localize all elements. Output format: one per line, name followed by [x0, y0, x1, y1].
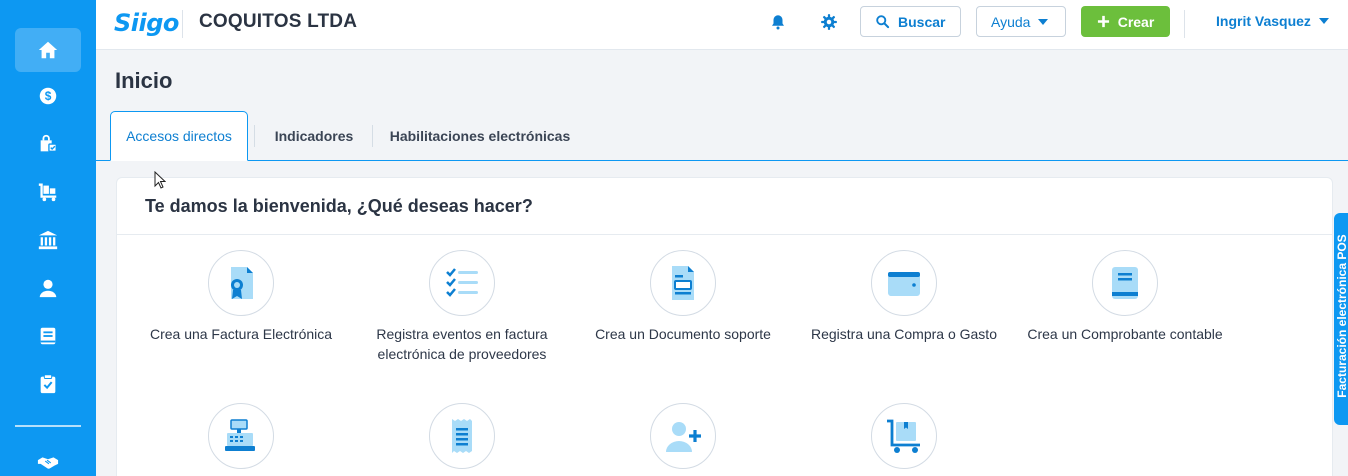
- book-icon: [40, 327, 56, 345]
- action-register-purchase[interactable]: Registra una Compra o Gasto: [794, 250, 1014, 344]
- logo-divider: [182, 10, 183, 38]
- tab-indicadores[interactable]: Indicadores: [260, 111, 368, 161]
- bank-icon: [38, 230, 58, 250]
- action-icon-circle: [650, 250, 716, 316]
- action-create-invoice[interactable]: Crea una Factura Electrónica: [131, 250, 351, 344]
- create-button[interactable]: Crear: [1081, 6, 1170, 37]
- topbar-divider: [1184, 10, 1185, 38]
- action-label: Crea un Documento soporte: [595, 326, 771, 342]
- sidebar-item-home[interactable]: [15, 28, 81, 72]
- sidebar-item-inventory[interactable]: [15, 170, 81, 214]
- sidebar: $: [0, 0, 96, 476]
- action-label: Registra una Compra o Gasto: [811, 326, 997, 342]
- warehouse-cart-icon: [38, 183, 57, 202]
- action-pos[interactable]: [131, 403, 351, 476]
- tab-habilitaciones[interactable]: Habilitaciones electrónicas: [380, 111, 580, 161]
- plus-icon: [1097, 15, 1109, 28]
- sidebar-item-purchases[interactable]: [15, 122, 81, 166]
- action-add-contact[interactable]: [573, 403, 793, 476]
- tab-accesos-directos[interactable]: Accesos directos: [110, 111, 248, 161]
- help-label: Ayuda: [991, 13, 1031, 30]
- receipt-icon: [452, 419, 472, 453]
- cart-box-icon: [887, 419, 920, 453]
- sidebar-divider: [15, 425, 81, 427]
- pos-invoicing-side-tab[interactable]: Facturación electrónica POS: [1334, 213, 1348, 425]
- tab-divider: [254, 125, 255, 147]
- main-content: Inicio Accesos directos Indicadores Habi…: [96, 50, 1348, 476]
- action-icon-circle: [208, 250, 274, 316]
- action-label: Crea una Factura Electrónica: [149, 326, 333, 342]
- document-support-icon: [672, 266, 694, 300]
- action-label: Registra eventos en factura electrónica …: [376, 326, 548, 362]
- card-divider: [117, 234, 1332, 235]
- user-icon: [39, 279, 57, 298]
- chevron-down-icon: [1038, 18, 1049, 25]
- settings-button[interactable]: [818, 11, 840, 33]
- action-supplier-events[interactable]: Registra eventos en factura electrónica …: [352, 250, 572, 364]
- action-inventory[interactable]: [794, 403, 1014, 476]
- sidebar-item-partners[interactable]: [15, 440, 81, 476]
- search-button[interactable]: Buscar: [860, 6, 961, 37]
- welcome-title: Te damos la bienvenida, ¿Qué deseas hace…: [145, 196, 533, 216]
- sidebar-item-sales[interactable]: $: [15, 74, 81, 118]
- gear-icon: [821, 14, 837, 30]
- action-accounting-voucher[interactable]: Crea un Comprobante contable: [1015, 250, 1235, 344]
- top-bar: Siigo COQUITOS LTDA Buscar Ayuda Crear I…: [96, 0, 1348, 50]
- checklist-icon: [446, 268, 478, 297]
- action-icon-circle: [650, 403, 716, 469]
- handshake-icon: [37, 457, 59, 469]
- action-support-document[interactable]: Crea un Documento soporte: [573, 250, 793, 344]
- home-icon: [38, 41, 58, 59]
- user-menu[interactable]: Ingrit Vasquez: [1216, 13, 1329, 29]
- action-receipt[interactable]: [352, 403, 572, 476]
- action-icon-circle: [429, 403, 495, 469]
- action-icon-circle: [1092, 250, 1158, 316]
- siigo-logo[interactable]: Siigo: [114, 6, 179, 40]
- sidebar-item-accounting[interactable]: [15, 314, 81, 358]
- action-icon-circle: [871, 250, 937, 316]
- page-title: Inicio: [115, 68, 173, 93]
- cash-register-icon: [225, 419, 255, 451]
- create-button-label: Crear: [1117, 13, 1155, 30]
- shopping-bag-icon: [40, 134, 57, 153]
- svg-text:$: $: [45, 89, 52, 103]
- search-icon: [876, 15, 890, 29]
- company-name: COQUITOS LTDA: [199, 11, 358, 32]
- sidebar-item-contacts[interactable]: [15, 266, 81, 310]
- action-icon-circle: [871, 403, 937, 469]
- chevron-down-icon: [1318, 18, 1329, 24]
- side-tab-label: Facturación electrónica POS: [1335, 234, 1348, 398]
- sidebar-item-banks[interactable]: [15, 218, 81, 262]
- notifications-button[interactable]: [767, 11, 789, 33]
- dollar-icon: $: [39, 87, 57, 105]
- action-icon-circle: [429, 250, 495, 316]
- help-dropdown[interactable]: Ayuda: [976, 6, 1066, 37]
- action-icon-circle: [208, 403, 274, 469]
- wallet-icon: [888, 272, 920, 296]
- welcome-card: Te damos la bienvenida, ¿Qué deseas hace…: [116, 177, 1333, 476]
- logo-text: Siigo: [114, 9, 179, 37]
- search-button-label: Buscar: [898, 13, 946, 30]
- ledger-book-icon: [1112, 267, 1138, 299]
- add-user-icon: [666, 422, 701, 452]
- tab-bar: Accesos directos Indicadores Habilitacio…: [96, 111, 1348, 161]
- clipboard-check-icon: [40, 374, 56, 394]
- user-name: Ingrit Vasquez: [1216, 13, 1311, 29]
- mouse-cursor-icon: [154, 171, 166, 189]
- sidebar-item-reports[interactable]: [15, 362, 81, 406]
- tab-divider: [372, 125, 373, 147]
- action-label: Crea un Comprobante contable: [1027, 326, 1223, 342]
- bell-icon: [772, 15, 784, 30]
- invoice-ribbon-icon: [231, 267, 253, 299]
